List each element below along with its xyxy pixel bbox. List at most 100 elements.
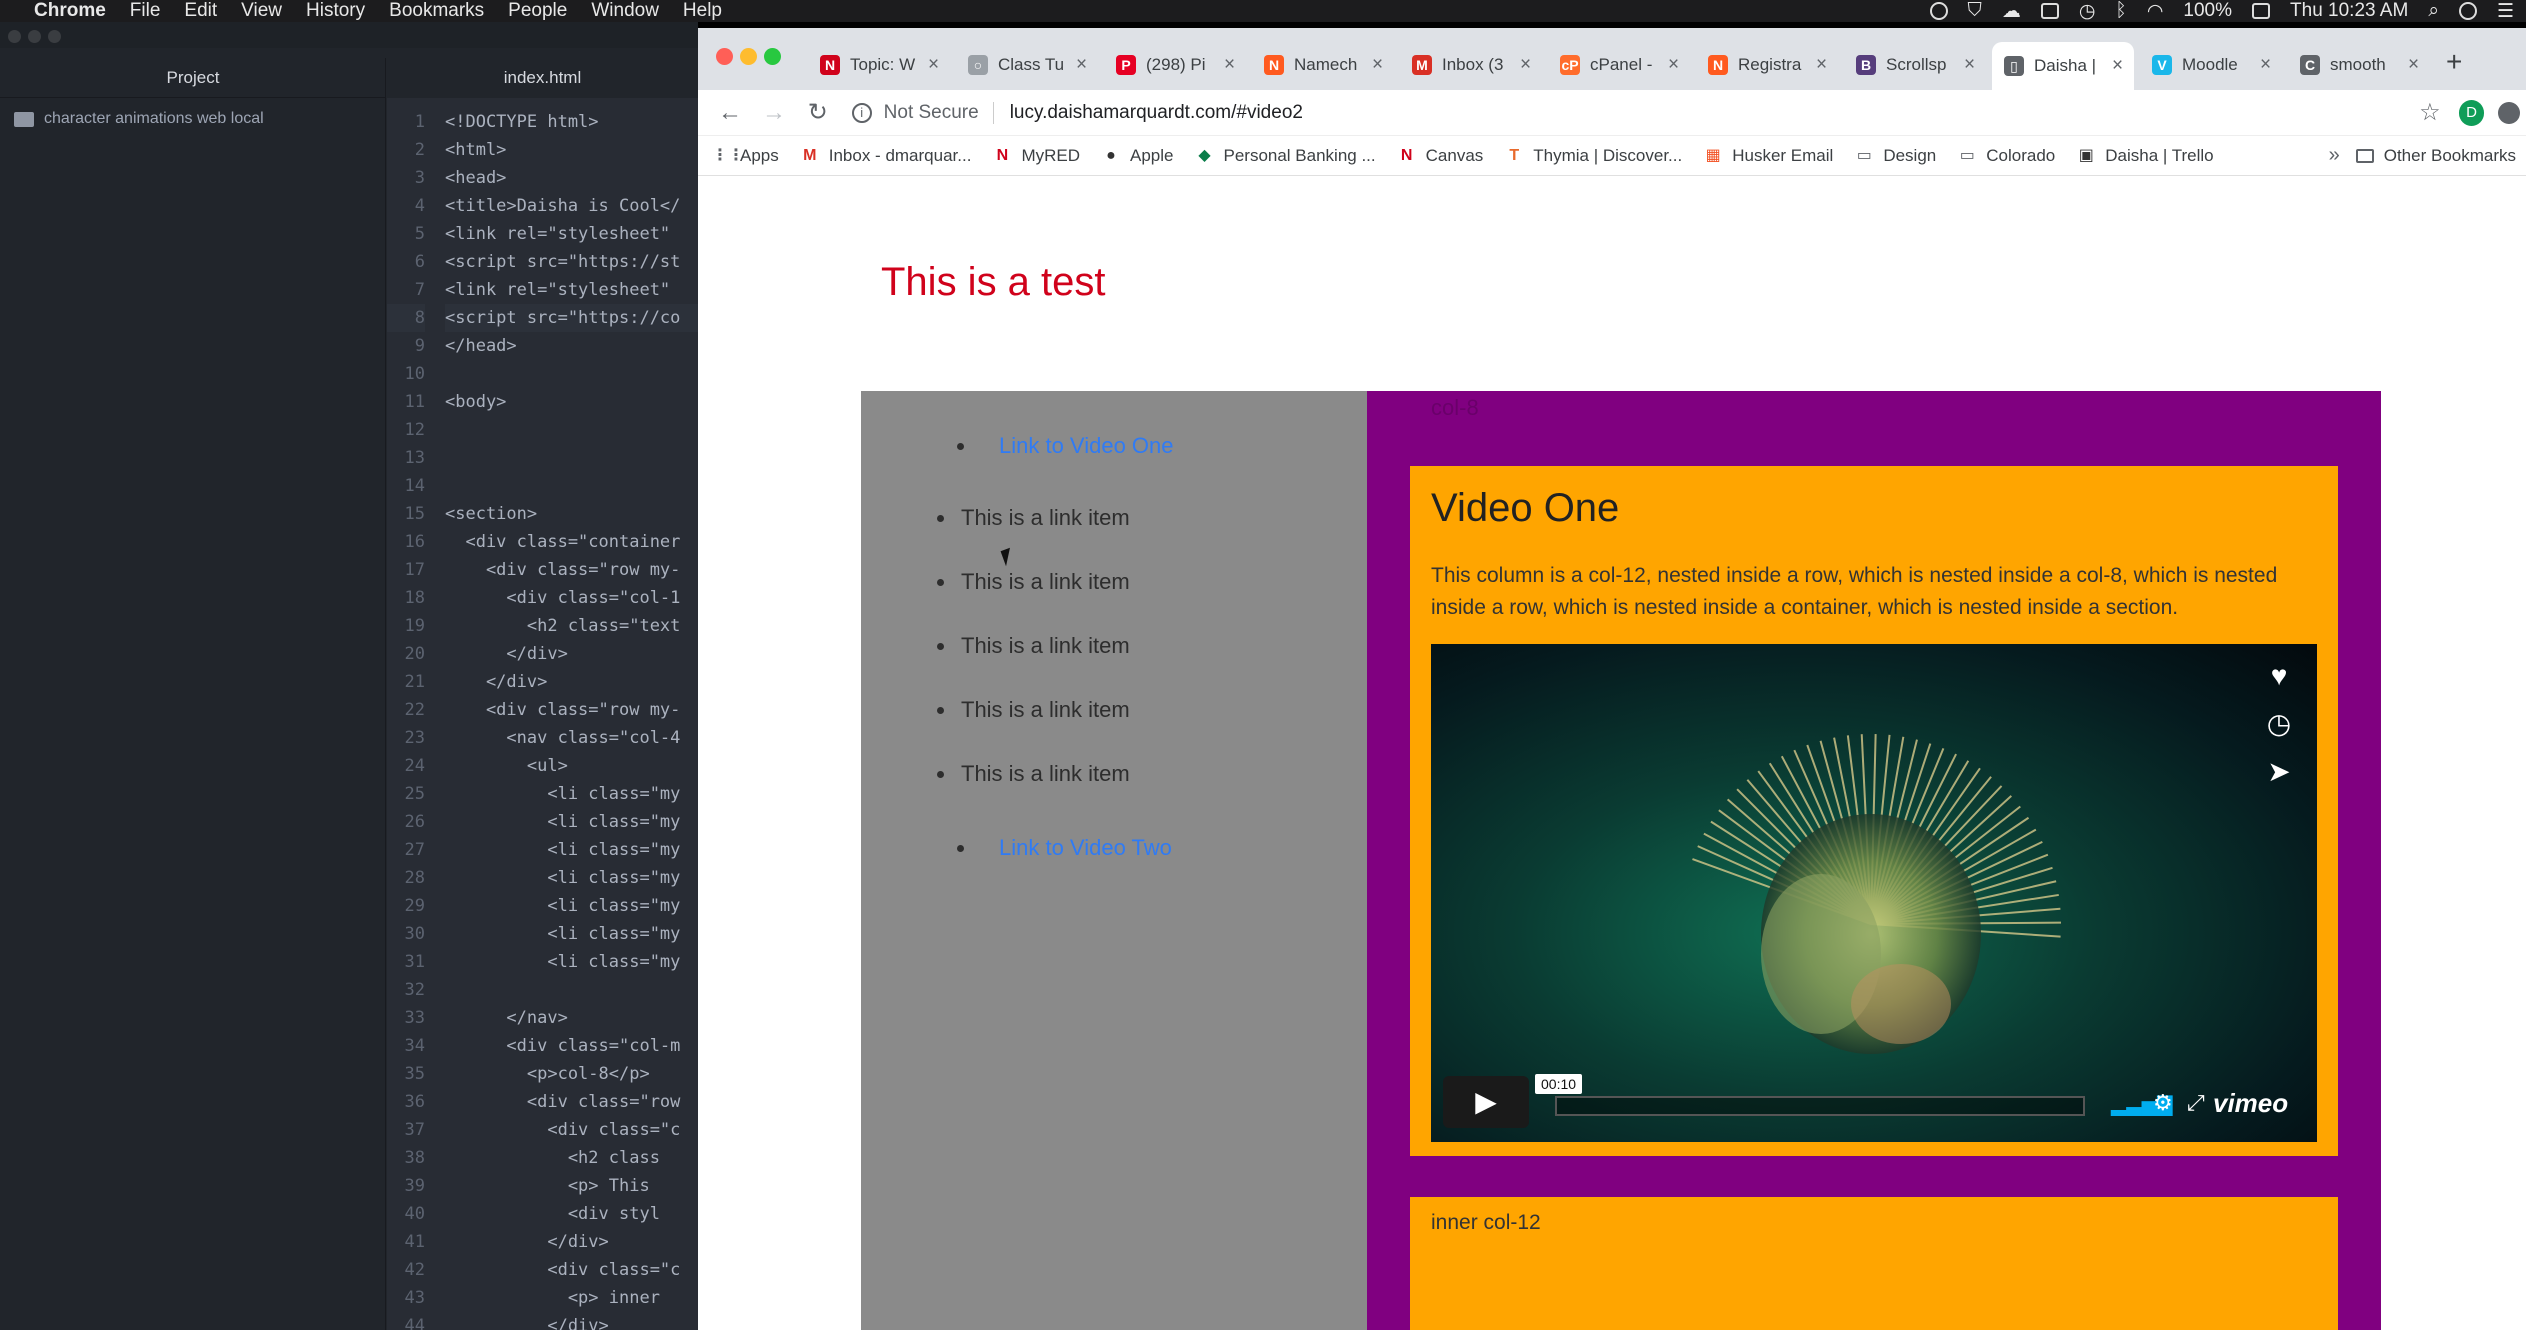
browser-tab[interactable]: ▯ Daisha | ×	[1992, 42, 2134, 90]
code-line[interactable]: <html>	[445, 136, 705, 164]
menu-bookmarks[interactable]: Bookmarks	[389, 0, 484, 22]
code-line[interactable]: <li class="my	[445, 836, 705, 864]
tab-close-icon[interactable]: ×	[2260, 54, 2271, 76]
code-line[interactable]: <script src="https://st	[445, 248, 705, 276]
code-pane[interactable]: index.html 1 2 3 4 5 6 7 8 9 10 11 12 13 14 15 16 17 18 19…	[387, 58, 705, 1330]
code-line[interactable]: <title>Daisha is Cool</	[445, 192, 705, 220]
code-line[interactable]: </nav>	[445, 1004, 705, 1032]
share-send-icon[interactable]: ➤	[2261, 754, 2297, 790]
code-line[interactable]: <link rel="stylesheet"	[445, 220, 705, 248]
bookmark-item[interactable]: ▭ Colorado	[1958, 146, 2056, 166]
bookmark-item[interactable]: ▦ Husker Email	[1704, 146, 1834, 166]
menu-view[interactable]: View	[241, 0, 282, 22]
code-line[interactable]: <link rel="stylesheet"	[445, 276, 705, 304]
code-line[interactable]: <p> inner	[445, 1284, 705, 1312]
watch-later-clock-icon[interactable]: ◷	[2261, 706, 2297, 742]
tab-close-icon[interactable]: ×	[928, 54, 939, 76]
play-button[interactable]: ▶	[1443, 1076, 1529, 1128]
bookmark-star-icon[interactable]: ☆	[2419, 98, 2441, 127]
other-bookmarks[interactable]: Other Bookmarks	[2355, 146, 2516, 166]
tab-close-icon[interactable]: ×	[1372, 54, 1383, 76]
project-tab[interactable]: Project	[0, 58, 386, 98]
bookmark-item[interactable]: ● Apple	[1102, 146, 1173, 166]
not-secure-label[interactable]: Not Secure	[884, 102, 979, 124]
nav-list-item[interactable]: This is a link item	[937, 569, 1130, 595]
spotlight-search-icon[interactable]: ⌕	[2428, 0, 2439, 22]
browser-tab[interactable]: ○ Class Tu ×	[956, 42, 1098, 88]
bookmark-item[interactable]: N MyRED	[993, 146, 1080, 166]
back-arrow-icon[interactable]: ←	[718, 99, 742, 127]
code-line[interactable]: <li class="my	[445, 808, 705, 836]
code-line[interactable]: <div class="col-1	[445, 584, 705, 612]
code-line[interactable]: <p>col-8</p>	[445, 1060, 705, 1088]
like-heart-icon[interactable]: ♥	[2261, 658, 2297, 694]
cloud-icon[interactable]: ☁	[2002, 0, 2021, 23]
code-line[interactable]: </div>	[445, 1228, 705, 1256]
bookmarks-overflow-chevron[interactable]: »	[2329, 144, 2340, 167]
editor-zoom-button[interactable]	[48, 30, 61, 43]
browser-tab[interactable]: V Moodle ×	[2140, 42, 2282, 88]
nav-list-item[interactable]: This is a link item	[937, 633, 1130, 659]
menu-history[interactable]: History	[306, 0, 365, 22]
tab-close-icon[interactable]: ×	[2112, 55, 2123, 77]
vimeo-logo[interactable]: vimeo	[2213, 1088, 2288, 1119]
code-line[interactable]: <li class="my	[445, 864, 705, 892]
browser-tab[interactable]: N Topic: W ×	[808, 42, 950, 88]
menu-window[interactable]: Window	[591, 0, 659, 22]
link-video-one[interactable]: Link to Video One	[957, 433, 1174, 459]
menu-edit[interactable]: Edit	[184, 0, 217, 22]
window-minimize-button[interactable]	[740, 48, 757, 65]
code-line[interactable]: <div class="c	[445, 1116, 705, 1144]
window-zoom-button[interactable]	[764, 48, 781, 65]
code-line[interactable]: <li class="my	[445, 780, 705, 808]
code-line[interactable]: <div class="container	[445, 528, 705, 556]
wifi-icon[interactable]: ◠	[2147, 0, 2164, 23]
browser-tab[interactable]: P (298) Pi ×	[1104, 42, 1246, 88]
battery-icon[interactable]	[2252, 3, 2271, 19]
bookmark-item[interactable]: N Canvas	[1398, 146, 1483, 166]
record-icon[interactable]	[1929, 2, 1948, 20]
bookmark-item[interactable]: ▭ Design	[1855, 146, 1936, 166]
tab-close-icon[interactable]: ×	[1668, 54, 1679, 76]
code-line[interactable]: <head>	[445, 164, 705, 192]
code-line[interactable]	[445, 976, 705, 1004]
code-line[interactable]	[445, 444, 705, 472]
user-avatar-icon[interactable]	[2458, 2, 2477, 20]
clock[interactable]: Thu 10:23 AM	[2290, 0, 2408, 22]
code-line[interactable]: <body>	[445, 388, 705, 416]
code-line[interactable]: <div styl	[445, 1200, 705, 1228]
file-tab-index-html[interactable]: index.html	[387, 58, 698, 98]
code-line[interactable]: <nav class="col-4	[445, 724, 705, 752]
bookmark-item[interactable]: ⋮⋮ Apps	[712, 146, 779, 166]
airplay-icon[interactable]	[2040, 3, 2059, 19]
profile-avatar[interactable]: D	[2458, 99, 2485, 126]
bookmark-item[interactable]: T Thymia | Discover...	[1505, 146, 1682, 166]
tab-close-icon[interactable]: ×	[1816, 54, 1827, 76]
nav-list-item[interactable]: This is a link item	[937, 697, 1130, 723]
shield-icon[interactable]: ⛉	[1968, 0, 1982, 22]
code-line[interactable]: </head>	[445, 332, 705, 360]
code-line[interactable]: <section>	[445, 500, 705, 528]
code-line[interactable]: <p> This	[445, 1172, 705, 1200]
vimeo-player[interactable]: ♥ ◷ ➤ ▶ 00:10 ▂▃▅▇ ⚙ ⤢ vimeo	[1431, 644, 2317, 1142]
browser-tab[interactable]: Csmooth ×	[2288, 42, 2430, 88]
battery-percent[interactable]: 100%	[2183, 0, 2232, 22]
code-line[interactable]: <div class="row my-	[445, 696, 705, 724]
code-line[interactable]	[445, 360, 705, 388]
editor-close-button[interactable]	[8, 30, 21, 43]
browser-tab[interactable]: cP cPanel - ×	[1548, 42, 1690, 88]
browser-tab[interactable]: N Namech ×	[1252, 42, 1394, 88]
tab-close-icon[interactable]: ×	[1076, 54, 1087, 76]
window-close-button[interactable]	[716, 48, 733, 65]
tab-close-icon[interactable]: ×	[2408, 54, 2419, 76]
bookmark-item[interactable]: M Inbox - dmarquar...	[801, 146, 971, 166]
menu-people[interactable]: People	[508, 0, 567, 22]
code-line[interactable]	[445, 472, 705, 500]
code-lines[interactable]: <!DOCTYPE html> <html> <head> <title>Daisha…	[445, 108, 705, 1330]
code-line[interactable]: </div>	[445, 668, 705, 696]
info-icon[interactable]: i	[851, 102, 872, 123]
code-line[interactable]: <h2 class="text	[445, 612, 705, 640]
tab-close-icon[interactable]: ×	[1520, 54, 1531, 76]
extension-icon[interactable]	[2498, 101, 2520, 124]
nav-list-item[interactable]: This is a link item	[937, 761, 1130, 787]
